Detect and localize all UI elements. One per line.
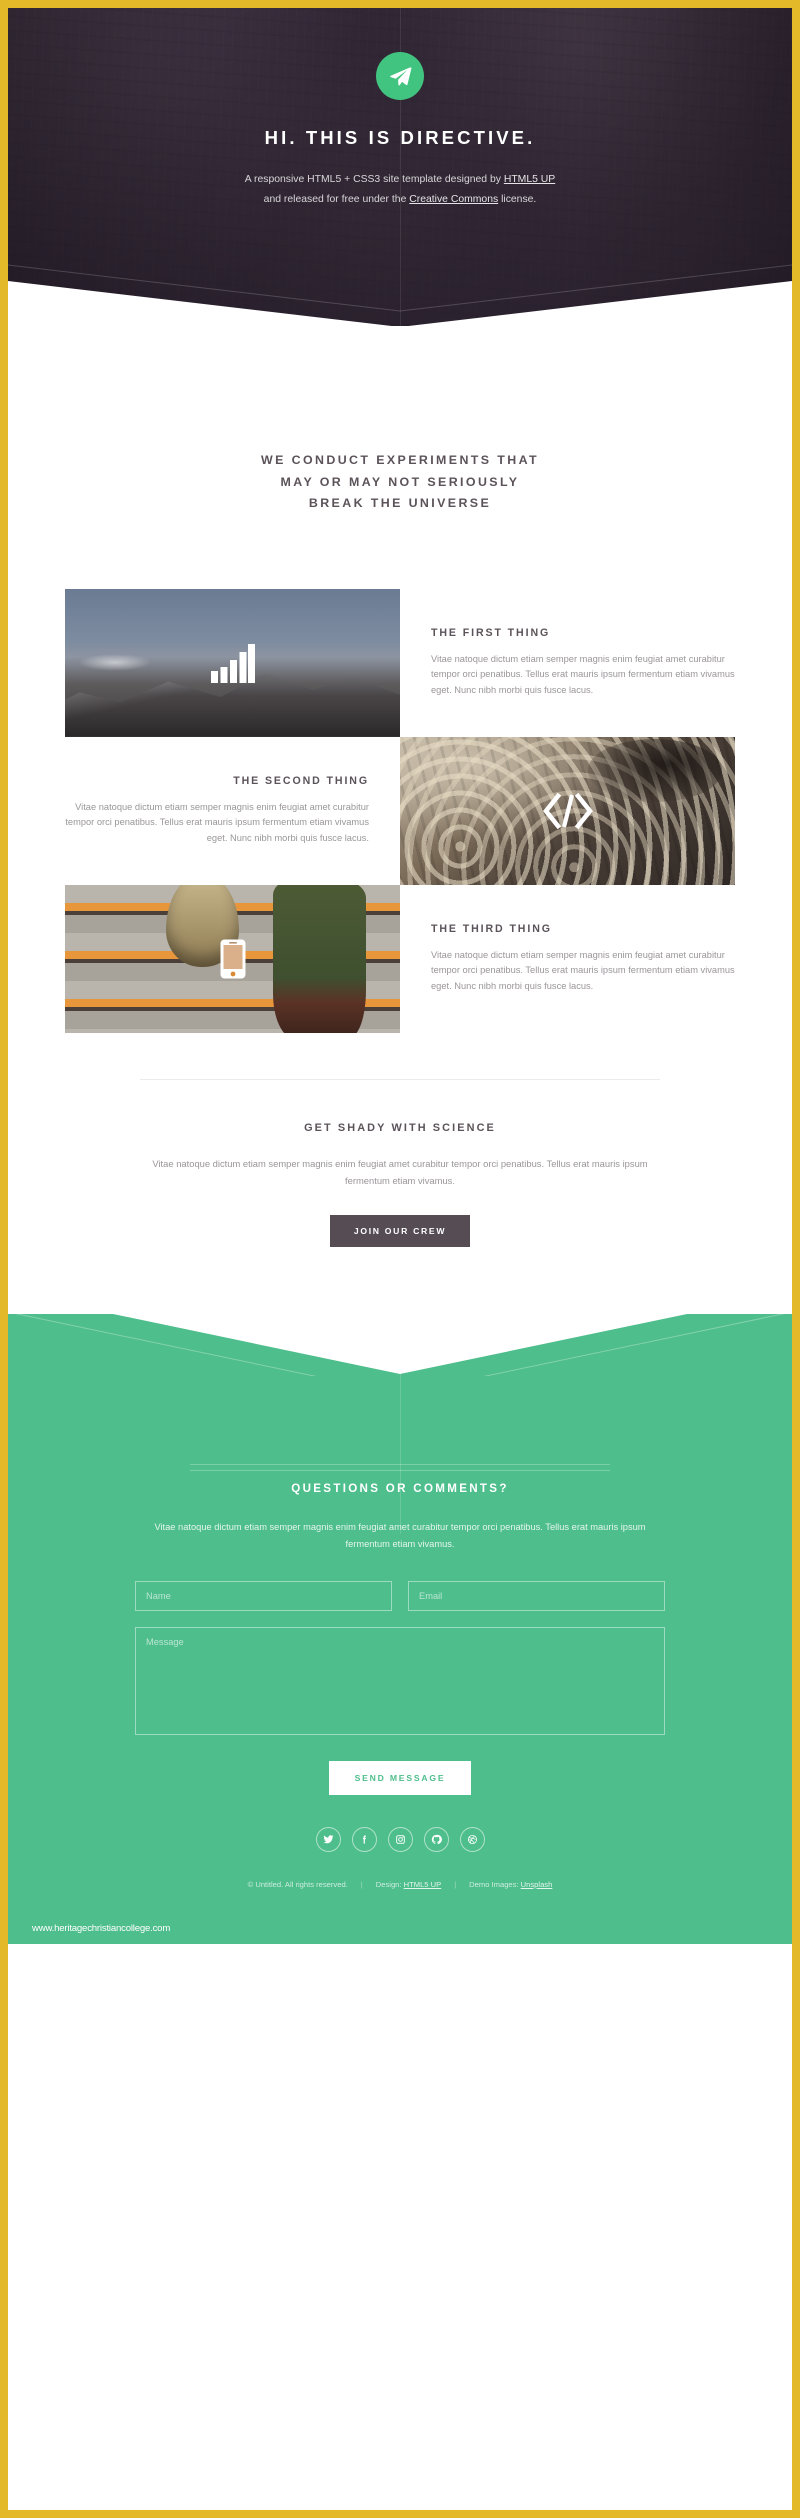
hero-subtitle-line2-post: license. [498, 193, 537, 205]
contact-rule-bottom [190, 1469, 610, 1471]
feature-image-typewriter [400, 736, 735, 885]
hero-subtitle: A responsive HTML5 + CSS3 site template … [8, 170, 792, 210]
feature-image-stairs [65, 884, 400, 1033]
feature-text-second: THE SECOND THING Vitae natoque dictum et… [65, 737, 400, 885]
feature-row-first: THE FIRST THING Vitae natoque dictum eti… [65, 588, 735, 737]
cta-section: GET SHADY WITH SCIENCE Vitae natoque dic… [8, 1080, 792, 1247]
feature-title-first: THE FIRST THING [431, 626, 551, 639]
feature-text-third: THE THIRD THING Vitae natoque dictum eti… [400, 885, 735, 1033]
html5up-link[interactable]: HTML5 UP [504, 174, 555, 185]
cta-body: Vitae natoque dictum etiam semper magnis… [152, 1157, 648, 1186]
send-message-button[interactable]: SEND MESSAGE [328, 1760, 472, 1795]
headline-line-1: WE CONDUCT EXPERIMENTS THAT [261, 453, 539, 467]
github-icon[interactable] [423, 1826, 449, 1852]
footer-separator-1: | [360, 1879, 363, 1889]
twitter-icon[interactable] [315, 1826, 341, 1852]
hero-banner: HI. THIS IS DIRECTIVE. A responsive HTML… [8, 8, 792, 326]
page-title: HI. THIS IS DIRECTIVE. [264, 127, 536, 148]
copyright-text: © Untitled. All rights reserved. [247, 1879, 348, 1889]
design-label: Design: [375, 1879, 404, 1889]
facebook-icon[interactable] [351, 1826, 377, 1852]
page-frame: HI. THIS IS DIRECTIVE. A responsive HTML… [8, 8, 792, 2510]
footer-copyright: © Untitled. All rights reserved. | Desig… [8, 1880, 792, 1889]
contact-section: QUESTIONS OR COMMENTS? Vitae natoque dic… [8, 1255, 792, 1944]
instagram-icon[interactable] [387, 1826, 413, 1852]
headline-line-2: MAY OR MAY NOT SERIOUSLY [280, 474, 520, 489]
footer-images-credit: Demo Images: Unsplash [469, 1880, 552, 1889]
feature-row-second: THE SECOND THING Vitae natoque dictum et… [65, 736, 735, 885]
contact-form: SEND MESSAGE [135, 1580, 665, 1795]
feature-title-second: THE SECOND THING [233, 774, 369, 787]
mobile-phone-icon [220, 939, 246, 979]
contact-rule-top [190, 1463, 610, 1465]
paper-plane-icon [376, 52, 424, 100]
section-headline: WE CONDUCT EXPERIMENTS THAT MAY OR MAY N… [8, 450, 792, 515]
feature-body-third: Vitae natoque dictum etiam semper magnis… [431, 949, 735, 991]
contact-body: Vitae natoque dictum etiam semper magnis… [154, 1521, 646, 1549]
watermark-url: www.heritagechristiancollege.com [32, 1922, 171, 1934]
dribbble-icon[interactable] [459, 1826, 485, 1852]
images-label: Demo Images: [469, 1879, 521, 1889]
hero-subtitle-line1-pre: A responsive HTML5 + CSS3 site template … [244, 173, 504, 185]
code-brackets-icon [542, 792, 593, 829]
footer-separator-2: | [454, 1879, 457, 1889]
feature-title-third: THE THIRD THING [431, 922, 552, 935]
feature-body-second: Vitae natoque dictum etiam semper magnis… [65, 801, 369, 843]
email-input[interactable] [408, 1580, 665, 1611]
name-input[interactable] [135, 1580, 392, 1611]
feature-text-first: THE FIRST THING Vitae natoque dictum eti… [400, 589, 735, 737]
contact-chevron-divider [8, 1255, 792, 1376]
footer-unsplash-link[interactable]: Unsplash [521, 1880, 553, 1889]
join-our-crew-button[interactable]: JOIN OUR CREW [329, 1214, 471, 1247]
social-links [8, 1826, 792, 1852]
hero-subtitle-line2-pre: and released for free under the [263, 193, 410, 205]
creative-commons-link[interactable]: Creative Commons [409, 194, 498, 205]
cta-title: GET SHADY WITH SCIENCE [304, 1121, 496, 1134]
main-content: WE CONDUCT EXPERIMENTS THAT MAY OR MAY N… [8, 326, 792, 1247]
feature-body-first: Vitae natoque dictum etiam semper magnis… [431, 653, 735, 695]
footer-html5up-link[interactable]: HTML5 UP [404, 1880, 442, 1889]
contact-title: QUESTIONS OR COMMENTS? [291, 1481, 509, 1495]
bar-chart-icon [210, 643, 255, 683]
feature-image-mountain [65, 588, 400, 737]
feature-row-third: THE THIRD THING Vitae natoque dictum eti… [65, 884, 735, 1033]
footer-design-credit: Design: HTML5 UP [376, 1880, 441, 1889]
headline-line-3: BREAK THE UNIVERSE [308, 496, 492, 510]
message-textarea[interactable] [135, 1626, 665, 1735]
